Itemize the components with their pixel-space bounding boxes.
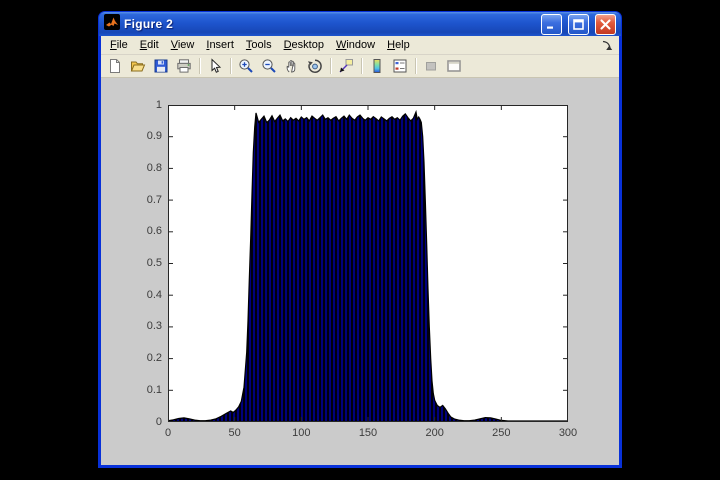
data-cursor-button[interactable] bbox=[335, 56, 357, 76]
toolbar-separator bbox=[199, 58, 200, 74]
hide-plot-tools-button[interactable] bbox=[420, 56, 442, 76]
menu-bar: File Edit View Insert Tools Desktop Wind… bbox=[101, 36, 619, 55]
hide-plot-tools-icon bbox=[426, 62, 436, 71]
y-tick-label: 0.4 bbox=[146, 288, 162, 301]
show-plot-tools-button[interactable] bbox=[443, 56, 465, 76]
y-tick-label: 0.2 bbox=[146, 352, 162, 365]
menu-window[interactable]: Window bbox=[330, 37, 381, 53]
x-tick-label: 100 bbox=[292, 427, 311, 439]
y-tick-label: 0.8 bbox=[146, 161, 162, 174]
save-button[interactable] bbox=[150, 56, 172, 76]
window-body: File Edit View Insert Tools Desktop Wind… bbox=[98, 36, 622, 468]
matlab-logo-icon bbox=[104, 13, 120, 35]
y-tick-label: 0.1 bbox=[146, 383, 162, 396]
menu-edit[interactable]: Edit bbox=[134, 37, 165, 53]
new-file-icon bbox=[110, 59, 120, 73]
x-tick-label: 200 bbox=[425, 427, 444, 439]
y-tick-label: 0 bbox=[155, 415, 162, 428]
colorbar-icon bbox=[373, 59, 381, 73]
minimize-icon bbox=[547, 26, 553, 29]
figure-toolbar bbox=[101, 55, 619, 78]
menu-file[interactable]: File bbox=[104, 37, 134, 53]
save-icon bbox=[154, 59, 168, 73]
zoom-out-button[interactable] bbox=[258, 56, 280, 76]
y-tick-label: 0.6 bbox=[146, 225, 162, 238]
legend-icon bbox=[393, 59, 407, 73]
toolbar-separator bbox=[330, 58, 331, 74]
x-tick-label: 50 bbox=[228, 427, 241, 439]
menu-desktop[interactable]: Desktop bbox=[278, 37, 330, 53]
open-folder-icon bbox=[130, 61, 146, 72]
desktop-background: Figure 2 File Edit View Insert Tools Des… bbox=[0, 0, 720, 480]
x-tick-label: 250 bbox=[492, 427, 511, 439]
y-tick-label: 1 bbox=[155, 98, 162, 111]
figure-window: Figure 2 File Edit View Insert Tools Des… bbox=[98, 11, 622, 468]
new-file-button[interactable] bbox=[104, 56, 126, 76]
y-tick-label: 0.9 bbox=[146, 130, 162, 143]
menu-help[interactable]: Help bbox=[381, 37, 416, 53]
show-plot-tools-icon bbox=[447, 60, 461, 72]
insert-colorbar-button[interactable] bbox=[366, 56, 388, 76]
pointer-button[interactable] bbox=[204, 56, 226, 76]
menu-tools[interactable]: Tools bbox=[240, 37, 278, 53]
plot-axes[interactable] bbox=[168, 105, 568, 422]
zoom-in-icon bbox=[239, 59, 253, 73]
data-cursor-icon bbox=[339, 59, 353, 73]
close-icon bbox=[600, 18, 611, 30]
maximize-icon bbox=[573, 18, 584, 30]
maximize-button[interactable] bbox=[568, 13, 589, 35]
rotate-3d-button[interactable] bbox=[304, 56, 326, 76]
signal-plot bbox=[168, 105, 568, 422]
figure-canvas[interactable]: 0 50 100 150 200 250 300 0 0.1 0.2 0.3 0.4 0.5 0.6 0.7… bbox=[101, 78, 619, 465]
x-tick-label: 300 bbox=[558, 427, 578, 439]
pan-hand-button[interactable] bbox=[281, 56, 303, 76]
menu-view[interactable]: View bbox=[165, 37, 201, 53]
toolbar-separator bbox=[415, 58, 416, 74]
x-tick-label: 0 bbox=[164, 427, 172, 439]
rotate-3d-icon bbox=[308, 59, 322, 73]
minimize-button[interactable] bbox=[541, 13, 562, 35]
signal-area bbox=[168, 109, 568, 422]
x-tick-label: 150 bbox=[358, 427, 378, 439]
print-button[interactable] bbox=[173, 56, 195, 76]
zoom-in-button[interactable] bbox=[235, 56, 257, 76]
y-tick-label: 0.7 bbox=[146, 193, 162, 206]
dock-figure-arrow-icon[interactable] bbox=[601, 39, 613, 54]
title-bar[interactable]: Figure 2 bbox=[98, 11, 622, 36]
close-button[interactable] bbox=[595, 13, 616, 35]
window-title: Figure 2 bbox=[124, 17, 174, 31]
insert-legend-button[interactable] bbox=[389, 56, 411, 76]
zoom-out-icon bbox=[262, 59, 276, 73]
pointer-icon bbox=[211, 58, 222, 73]
open-folder-button[interactable] bbox=[127, 56, 149, 76]
menu-insert[interactable]: Insert bbox=[200, 37, 240, 53]
print-icon bbox=[177, 59, 191, 73]
toolbar-separator bbox=[230, 58, 231, 74]
y-tick-label: 0.3 bbox=[146, 320, 162, 333]
y-tick-label: 0.5 bbox=[146, 257, 162, 269]
pan-hand-icon bbox=[286, 60, 296, 73]
toolbar-separator bbox=[361, 58, 362, 74]
